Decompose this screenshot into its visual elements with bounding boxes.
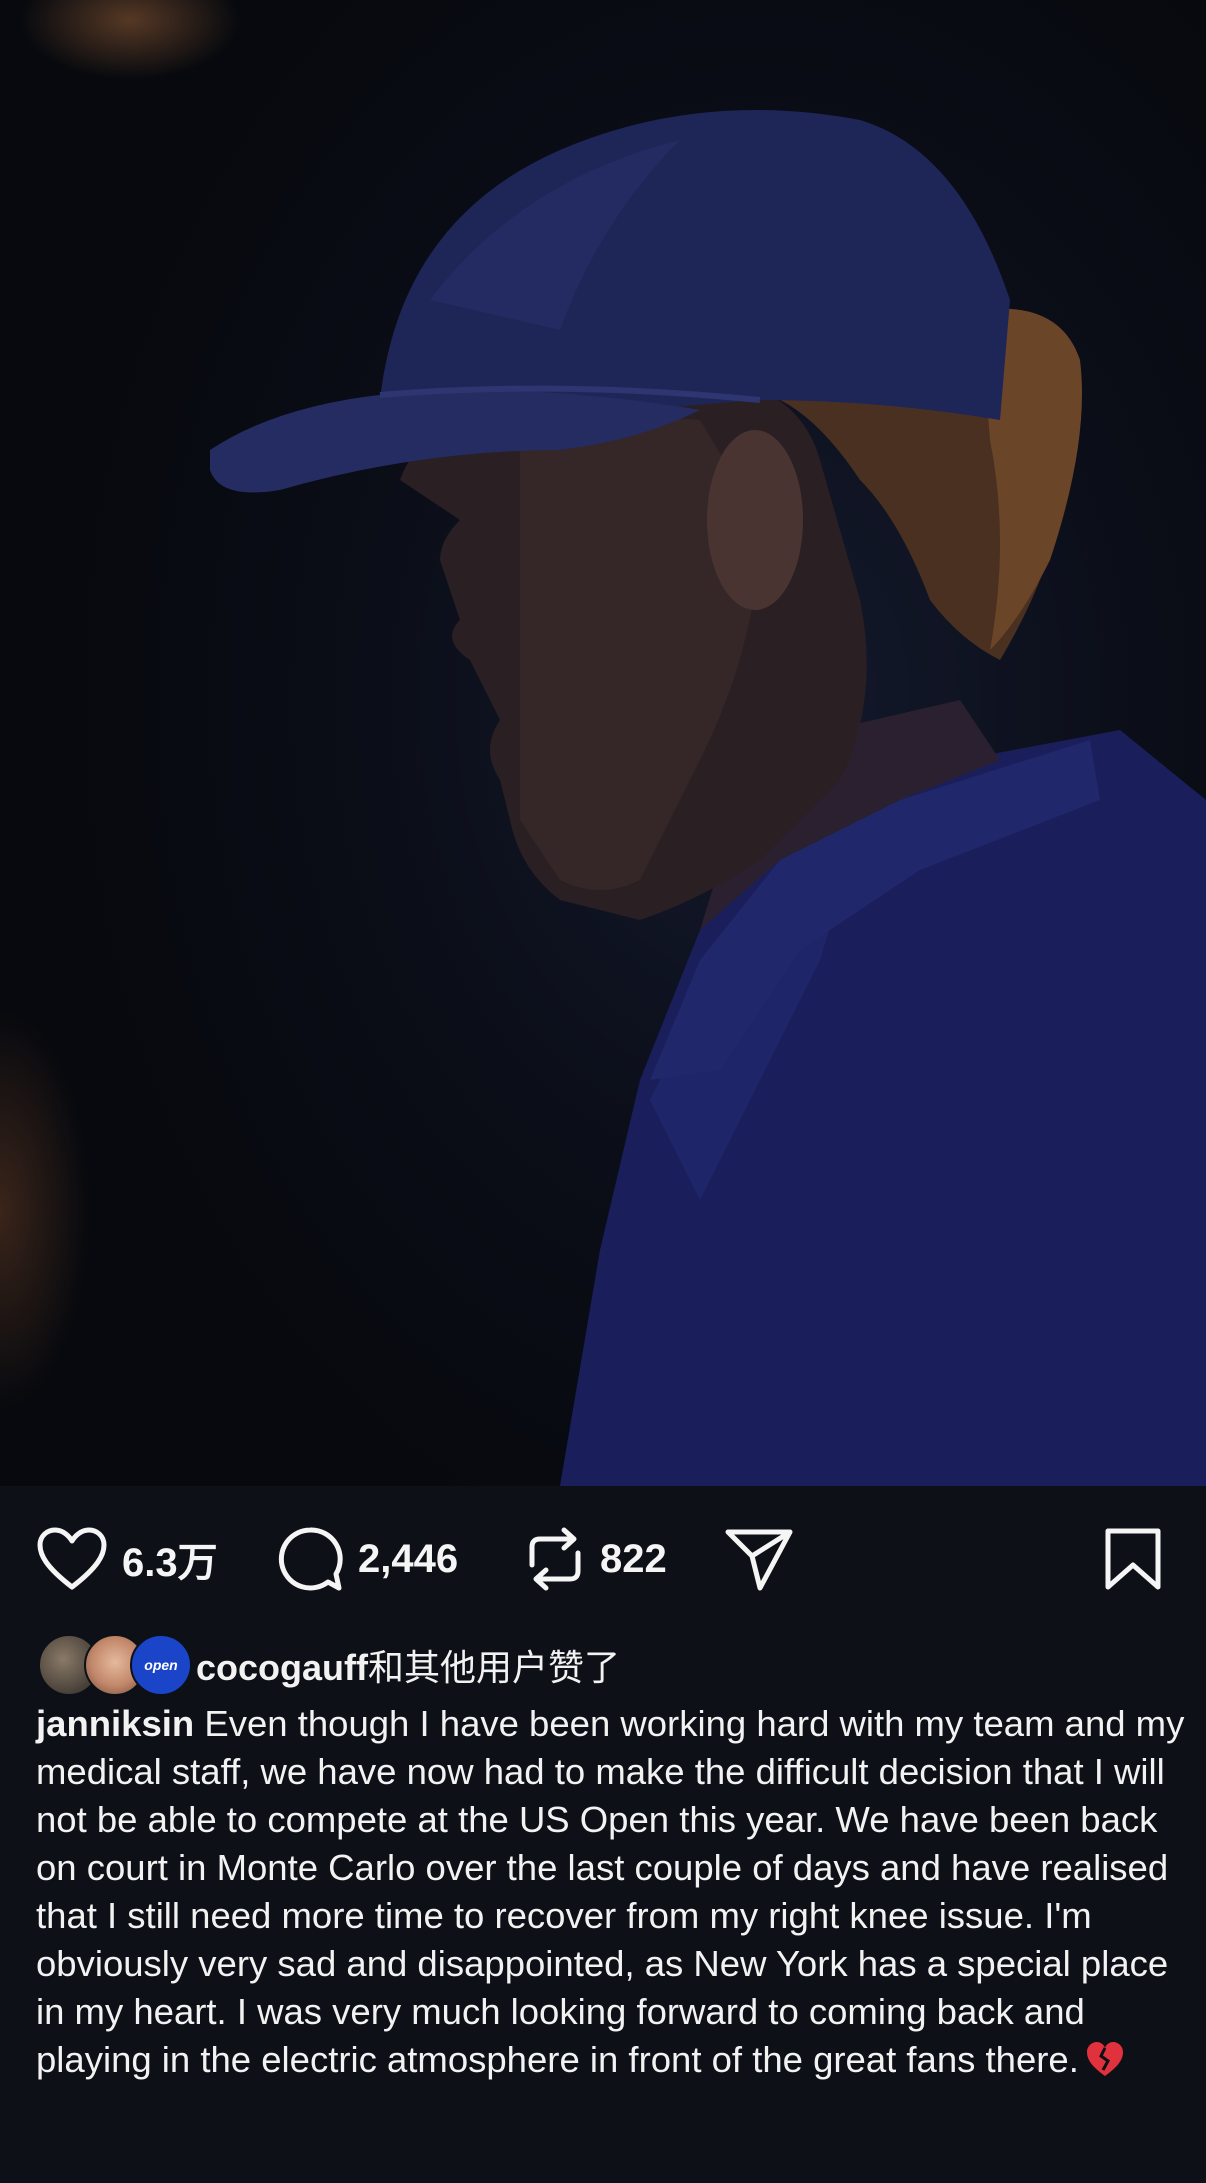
avatar: open xyxy=(130,1634,192,1696)
liked-by-suffix: 和其他用户赞了 xyxy=(368,1647,621,1688)
like-count: 6.3万 xyxy=(122,1541,218,1585)
liked-by-text: cocogauff和其他用户赞了 xyxy=(196,1639,620,1691)
post-photo[interactable] xyxy=(0,0,1206,1486)
share-button[interactable] xyxy=(724,1524,794,1594)
repost-count: 822 xyxy=(600,1536,667,1581)
liked-by-avatars: open xyxy=(38,1634,192,1696)
broken-heart-emoji xyxy=(1085,2040,1125,2090)
liked-by-row[interactable]: open cocogauff和其他用户赞了 xyxy=(38,1634,620,1696)
repost-button[interactable]: 822 xyxy=(524,1524,667,1594)
player-photo xyxy=(210,110,1206,1486)
us-open-logo: open xyxy=(144,1657,178,1673)
repost-icon xyxy=(524,1525,586,1593)
post-caption: janniksin Even though I have been workin… xyxy=(36,1700,1186,2090)
caption-username[interactable]: janniksin xyxy=(36,1703,194,1744)
comment-icon xyxy=(276,1525,344,1593)
bookmark-icon xyxy=(1104,1527,1162,1591)
comment-count: 2,446 xyxy=(358,1536,459,1581)
liked-by-username[interactable]: cocogauff xyxy=(196,1647,368,1688)
heart-icon xyxy=(36,1527,108,1591)
like-button[interactable]: 6.3万 xyxy=(36,1524,218,1594)
save-button[interactable] xyxy=(1104,1524,1162,1594)
send-icon xyxy=(724,1526,794,1592)
caption-text: Even though I have been working hard wit… xyxy=(36,1703,1195,2080)
comment-button[interactable]: 2,446 xyxy=(276,1524,458,1594)
